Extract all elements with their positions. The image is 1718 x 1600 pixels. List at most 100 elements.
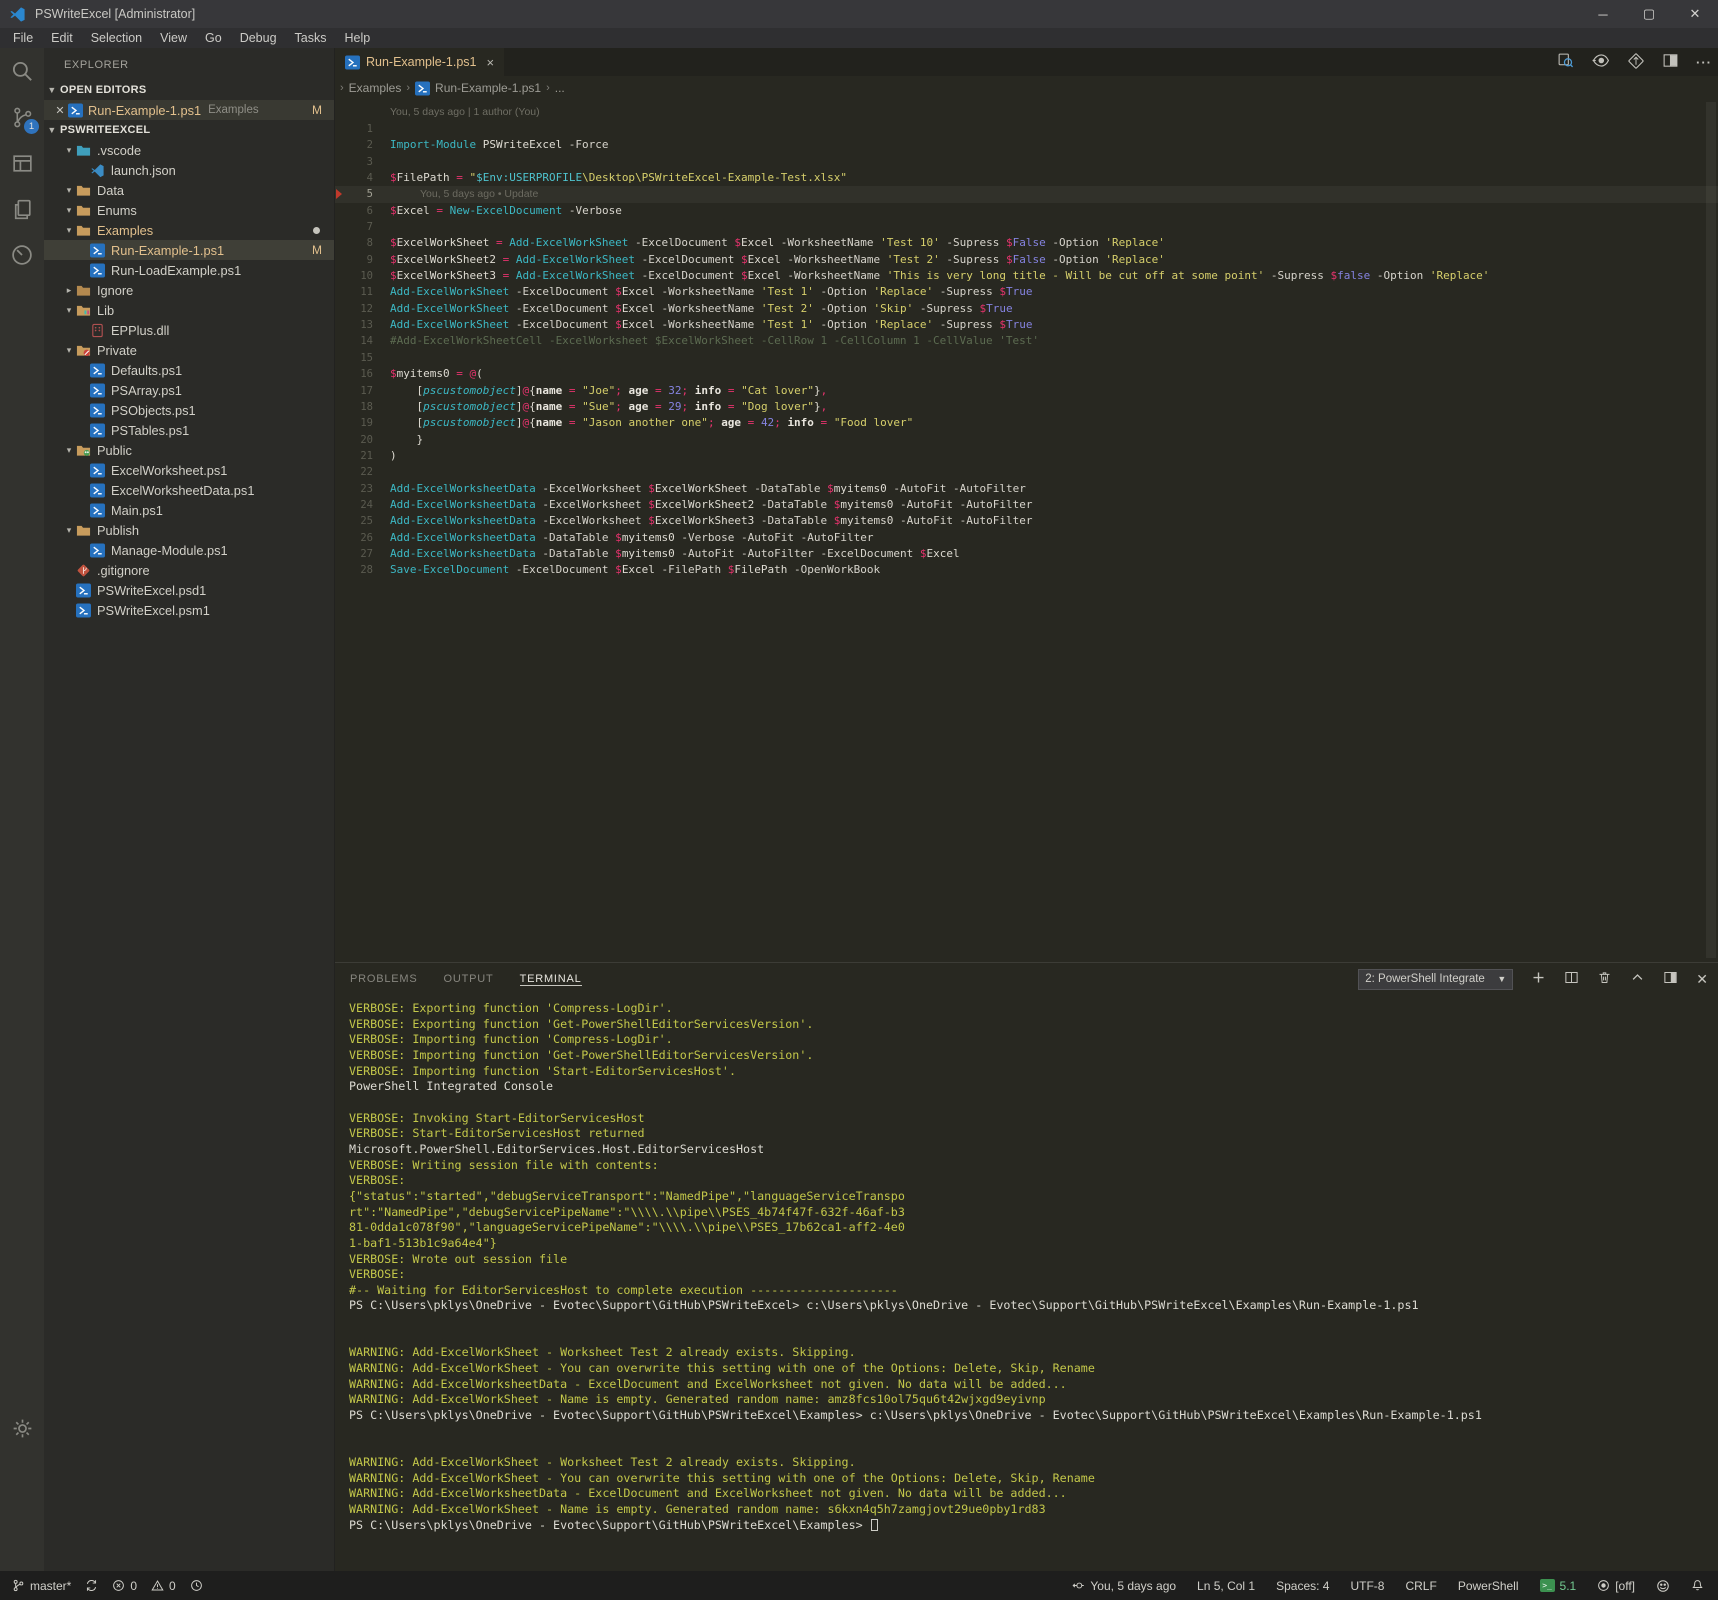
code-line-15[interactable]: 15: [335, 350, 1718, 366]
status-clock[interactable]: [190, 1579, 203, 1592]
tree-item-psobjects-ps1[interactable]: PSObjects.ps1: [44, 400, 334, 420]
code-line-20[interactable]: 20 }: [335, 432, 1718, 448]
code-line-10[interactable]: 10$ExcelWorkSheet3 = Add-ExcelWorkSheet …: [335, 268, 1718, 284]
close-panel-icon[interactable]: ✕: [1696, 971, 1708, 988]
terminal-shell-selector[interactable]: 2: PowerShell Integrate ▼: [1358, 969, 1513, 990]
panel-tab-problems[interactable]: PROBLEMS: [350, 973, 418, 985]
tree-item--vscode[interactable]: ▾.vscode: [44, 140, 334, 160]
search-icon[interactable]: [0, 48, 44, 94]
tree-item-run-loadexample-ps1[interactable]: Run-LoadExample.ps1: [44, 260, 334, 280]
code-line-26[interactable]: 26Add-ExcelWorksheetData -DataTable $myi…: [335, 530, 1718, 546]
status-0[interactable]: 0: [151, 1579, 176, 1593]
code-line-16[interactable]: 16$myitems0 = @(: [335, 366, 1718, 382]
code-line-23[interactable]: 23Add-ExcelWorksheetData -ExcelWorksheet…: [335, 481, 1718, 497]
maximize-button[interactable]: ▢: [1626, 0, 1672, 28]
code-line-19[interactable]: 19 [pscustomobject]@{name = "Jason anoth…: [335, 415, 1718, 431]
tree-item-pstables-ps1[interactable]: PSTables.ps1: [44, 420, 334, 440]
code-line-6[interactable]: 6$Excel = New-ExcelDocument -Verbose: [335, 203, 1718, 219]
kill-terminal-icon[interactable]: [1597, 970, 1612, 988]
menu-view[interactable]: View: [151, 28, 196, 48]
editor-layout-icon[interactable]: [0, 140, 44, 186]
menu-debug[interactable]: Debug: [231, 28, 286, 48]
panel-tab-terminal[interactable]: TERMINAL: [520, 973, 582, 986]
tree-item-data[interactable]: ▾Data: [44, 180, 334, 200]
status-powershell[interactable]: PowerShell: [1458, 1579, 1519, 1593]
maximize-panel-icon[interactable]: [1663, 970, 1678, 988]
code-line-24[interactable]: 24Add-ExcelWorksheetData -ExcelWorksheet…: [335, 497, 1718, 513]
terminal-output[interactable]: VERBOSE: Exporting function 'Compress-Lo…: [335, 995, 1718, 1571]
code-line-8[interactable]: 8$ExcelWorkSheet = Add-ExcelWorkSheet -E…: [335, 235, 1718, 251]
status-ln-5-col-1[interactable]: Ln 5, Col 1: [1197, 1579, 1255, 1593]
tree-item-excelworksheet-ps1[interactable]: ExcelWorksheet.ps1: [44, 460, 334, 480]
status-spaces-4[interactable]: Spaces: 4: [1276, 1579, 1329, 1593]
menu-help[interactable]: Help: [336, 28, 380, 48]
code-line-25[interactable]: 25Add-ExcelWorksheetData -ExcelWorksheet…: [335, 513, 1718, 529]
code-line-21[interactable]: 21): [335, 448, 1718, 464]
status-5.1[interactable]: >_5.1: [1540, 1579, 1577, 1593]
settings-gear-icon[interactable]: [0, 1405, 44, 1451]
breadcrumb-file[interactable]: Run-Example-1.ps1: [435, 81, 541, 95]
tree-item-defaults-ps1[interactable]: Defaults.ps1: [44, 360, 334, 380]
tree-item-pswriteexcel-psd1[interactable]: PSWriteExcel.psd1: [44, 580, 334, 600]
compare-changes-icon[interactable]: [1627, 52, 1645, 73]
editor-scrollbar[interactable]: [1706, 102, 1716, 958]
code-line-2[interactable]: 2Import-Module PSWriteExcel -Force: [335, 137, 1718, 153]
tree-item-lib[interactable]: ▾Lib: [44, 300, 334, 320]
code-line-9[interactable]: 9$ExcelWorkSheet2 = Add-ExcelWorkSheet -…: [335, 252, 1718, 268]
code-line-5[interactable]: 5You, 5 days ago • Update: [335, 186, 1718, 202]
code-line-3[interactable]: 3: [335, 154, 1718, 170]
menu-edit[interactable]: Edit: [42, 28, 82, 48]
gitlens-authors-lens[interactable]: You, 5 days ago | 1 author (You): [335, 104, 1718, 121]
tree-item-launch-json[interactable]: launch.json: [44, 160, 334, 180]
status-master[interactable]: master*: [12, 1579, 71, 1593]
code-line-11[interactable]: 11Add-ExcelWorkSheet -ExcelDocument $Exc…: [335, 284, 1718, 300]
code-line-18[interactable]: 18 [pscustomobject]@{name = "Sue"; age =…: [335, 399, 1718, 415]
files-icon[interactable]: [0, 186, 44, 232]
debug-icon[interactable]: [0, 232, 44, 278]
breadcrumb[interactable]: › Examples › Run-Example-1.ps1 › ...: [335, 76, 1718, 100]
tree-item-publish[interactable]: ▾Publish: [44, 520, 334, 540]
tree-item-private[interactable]: ▾Private: [44, 340, 334, 360]
tree-item-epplus-dll[interactable]: EPPlus.dll: [44, 320, 334, 340]
new-terminal-icon[interactable]: [1531, 970, 1546, 988]
tree-item-pswriteexcel-psm1[interactable]: PSWriteExcel.psm1: [44, 600, 334, 620]
open-editor-item[interactable]: ✕ Run-Example-1.ps1 Examples M: [44, 100, 334, 120]
status-off[interactable]: [off]: [1597, 1579, 1635, 1593]
source-control-icon[interactable]: 1: [0, 94, 44, 140]
code-line-17[interactable]: 17 [pscustomobject]@{name = "Joe"; age =…: [335, 383, 1718, 399]
workspace-root-header[interactable]: ▼ PSWRITEEXCEL: [44, 120, 334, 140]
code-line-4[interactable]: 4$FilePath = "$Env:USERPROFILE\Desktop\P…: [335, 170, 1718, 186]
tree-item-manage-module-ps1[interactable]: Manage-Module.ps1: [44, 540, 334, 560]
split-editor-icon[interactable]: [1662, 52, 1679, 72]
minimize-button[interactable]: ─: [1580, 0, 1626, 28]
menu-file[interactable]: File: [4, 28, 42, 48]
close-icon[interactable]: ✕: [52, 104, 68, 117]
panel-tab-output[interactable]: OUTPUT: [444, 973, 494, 985]
open-editors-header[interactable]: ▼ OPEN EDITORS: [44, 80, 334, 100]
tree-item--gitignore[interactable]: .gitignore: [44, 560, 334, 580]
tree-item-examples[interactable]: ▾Examples: [44, 220, 334, 240]
code-line-7[interactable]: 7: [335, 219, 1718, 235]
status-crlf[interactable]: CRLF: [1405, 1579, 1436, 1593]
breadcrumb-more[interactable]: ...: [555, 81, 565, 95]
code-line-27[interactable]: 27Add-ExcelWorksheetData -DataTable $myi…: [335, 546, 1718, 562]
code-line-13[interactable]: 13Add-ExcelWorkSheet -ExcelDocument $Exc…: [335, 317, 1718, 333]
status-0[interactable]: 0: [112, 1579, 137, 1593]
tree-item-psarray-ps1[interactable]: PSArray.ps1: [44, 380, 334, 400]
tree-item-main-ps1[interactable]: Main.ps1: [44, 500, 334, 520]
code-line-14[interactable]: 14#Add-ExcelWorkSheetCell -ExcelWorkshee…: [335, 333, 1718, 349]
collapse-panel-icon[interactable]: [1630, 970, 1645, 988]
gitlens-blame-icon[interactable]: [1591, 51, 1610, 73]
status-you-5-days-ago[interactable]: You, 5 days ago: [1072, 1579, 1176, 1593]
breadcrumb-examples[interactable]: Examples: [349, 81, 402, 95]
tree-item-run-example-1-ps1[interactable]: Run-Example-1.ps1M: [44, 240, 334, 260]
tab-close-icon[interactable]: ×: [486, 55, 494, 70]
status-bell[interactable]: [1691, 1579, 1704, 1592]
status-utf-8[interactable]: UTF-8: [1350, 1579, 1384, 1593]
code-line-22[interactable]: 22: [335, 464, 1718, 480]
more-actions-icon[interactable]: ···: [1696, 55, 1712, 70]
menu-selection[interactable]: Selection: [82, 28, 151, 48]
menu-go[interactable]: Go: [196, 28, 231, 48]
status-sync[interactable]: [85, 1579, 98, 1592]
code-line-1[interactable]: 1: [335, 121, 1718, 137]
